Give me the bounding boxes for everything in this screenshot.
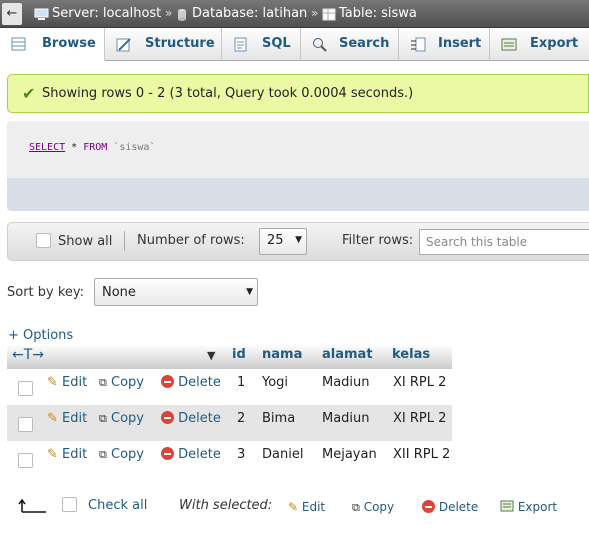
number-of-rows-label: Number of rows:	[137, 233, 245, 248]
delete-icon	[422, 500, 435, 513]
cell-id: 1	[237, 375, 246, 390]
success-message: ✔ Showing rows 0 - 2 (3 total, Query too…	[7, 74, 589, 113]
tab-structure[interactable]: Structure	[105, 28, 222, 61]
tab-search[interactable]: Search	[301, 28, 399, 61]
breadcrumb-server[interactable]: Server: localhost	[52, 6, 161, 21]
breadcrumb-database[interactable]: Database: latihan	[192, 6, 307, 21]
chevron-down-icon[interactable]: ▼	[207, 349, 215, 362]
bulk-delete-button[interactable]: Delete	[422, 500, 478, 514]
options-link[interactable]: + Options	[8, 328, 73, 343]
sql-keyword-select[interactable]: SELECT	[29, 142, 65, 153]
cell-id: 2	[237, 411, 246, 426]
table-header	[7, 344, 452, 369]
tab-browse[interactable]: Browse	[0, 28, 105, 61]
row-checkbox[interactable]	[18, 381, 33, 396]
cell-kelas: XII RPL 2	[393, 447, 451, 462]
tab-sql[interactable]: SQL	[222, 28, 301, 61]
row-checkbox[interactable]	[18, 453, 33, 468]
tab-bar: Browse Structure SQL Search Insert Expor…	[0, 28, 589, 61]
delete-link[interactable]: Delete	[161, 411, 221, 426]
cell-alamat: Madiun	[322, 375, 370, 390]
column-arrows-icon[interactable]: ←T→	[12, 347, 44, 363]
copy-link[interactable]: ⧉ Copy	[99, 447, 144, 462]
tab-insert[interactable]: Insert	[399, 28, 490, 61]
edit-link[interactable]: ✎ Edit	[47, 375, 87, 390]
copy-icon: ⧉	[99, 448, 107, 461]
server-icon	[34, 8, 49, 20]
cell-nama: Yogi	[262, 375, 289, 390]
pencil-icon: ✎	[288, 500, 299, 514]
with-selected-label: With selected:	[179, 498, 273, 513]
database-icon	[178, 9, 186, 21]
export-icon	[500, 500, 514, 512]
check-all-link[interactable]: Check all	[88, 498, 147, 513]
cell-nama: Bima	[262, 411, 296, 426]
chevron-down-icon: ▼	[246, 287, 253, 297]
delete-icon	[161, 411, 174, 424]
sql-query-footer	[7, 178, 589, 211]
insert-icon	[411, 37, 426, 52]
sql-keyword-from: FROM	[83, 142, 108, 153]
column-header-kelas[interactable]: kelas	[392, 347, 430, 362]
cell-nama: Daniel	[262, 447, 304, 462]
number-of-rows-select[interactable]: 25 ▼	[259, 228, 307, 255]
copy-icon: ⧉	[99, 376, 107, 389]
sql-table-name: `siswa`	[107, 142, 156, 153]
filter-rows-label: Filter rows:	[342, 233, 414, 248]
delete-link[interactable]: Delete	[161, 447, 221, 462]
structure-icon	[116, 38, 131, 52]
left-arrow-icon[interactable]: ←	[2, 3, 22, 25]
sql-query: SELECT * FROM `siswa`	[29, 142, 155, 153]
search-icon	[313, 38, 327, 52]
filter-search-input[interactable]	[419, 229, 589, 255]
show-all-checkbox[interactable]	[36, 233, 51, 248]
show-all-label[interactable]: Show all	[58, 234, 112, 249]
copy-icon: ⧉	[352, 501, 360, 514]
cell-kelas: XI RPL 2	[393, 375, 447, 390]
sql-star: *	[65, 142, 84, 153]
check-all-checkbox[interactable]	[62, 497, 77, 512]
bulk-export-button[interactable]: Export	[500, 500, 557, 514]
bulk-edit-button[interactable]: ✎ Edit	[288, 500, 325, 514]
pencil-icon: ✎	[47, 375, 58, 390]
tab-export[interactable]: Export	[490, 28, 589, 61]
cell-alamat: Madiun	[322, 411, 370, 426]
chevron-down-icon: ▼	[295, 235, 302, 245]
copy-link[interactable]: ⧉ Copy	[99, 411, 144, 426]
edit-link[interactable]: ✎ Edit	[47, 447, 87, 462]
checkmark-icon: ✔	[22, 84, 36, 103]
sort-by-key-label: Sort by key:	[7, 285, 85, 300]
copy-icon: ⧉	[99, 412, 107, 425]
delete-link[interactable]: Delete	[161, 375, 221, 390]
cell-id: 3	[237, 447, 246, 462]
bulk-copy-button[interactable]: ⧉ Copy	[352, 500, 394, 515]
breadcrumb-separator: »	[165, 6, 173, 20]
cell-alamat: Mejayan	[322, 447, 377, 462]
delete-icon	[161, 447, 174, 460]
browse-icon	[11, 37, 26, 51]
pencil-icon: ✎	[47, 447, 58, 462]
divider	[124, 231, 125, 251]
sort-by-key-select[interactable]: None ▼	[94, 278, 258, 306]
pencil-icon: ✎	[47, 411, 58, 426]
breadcrumb-table[interactable]: Table: siswa	[339, 6, 417, 21]
sql-query-box: SELECT * FROM `siswa`	[7, 121, 589, 211]
table-icon	[322, 8, 336, 21]
column-header-id[interactable]: id	[232, 347, 246, 362]
cell-kelas: XI RPL 2	[393, 411, 447, 426]
copy-link[interactable]: ⧉ Copy	[99, 375, 144, 390]
row-checkbox[interactable]	[18, 417, 33, 432]
arrow-up-left-icon	[18, 498, 46, 513]
success-text: Showing rows 0 - 2 (3 total, Query took …	[42, 86, 414, 101]
breadcrumb: ← Server: localhost » Database: latihan …	[0, 0, 589, 28]
breadcrumb-separator: »	[311, 6, 319, 20]
sql-icon	[234, 37, 247, 52]
column-header-nama[interactable]: nama	[262, 347, 302, 362]
column-header-alamat[interactable]: alamat	[322, 347, 373, 362]
edit-link[interactable]: ✎ Edit	[47, 411, 87, 426]
delete-icon	[161, 375, 174, 388]
export-icon	[501, 38, 517, 51]
